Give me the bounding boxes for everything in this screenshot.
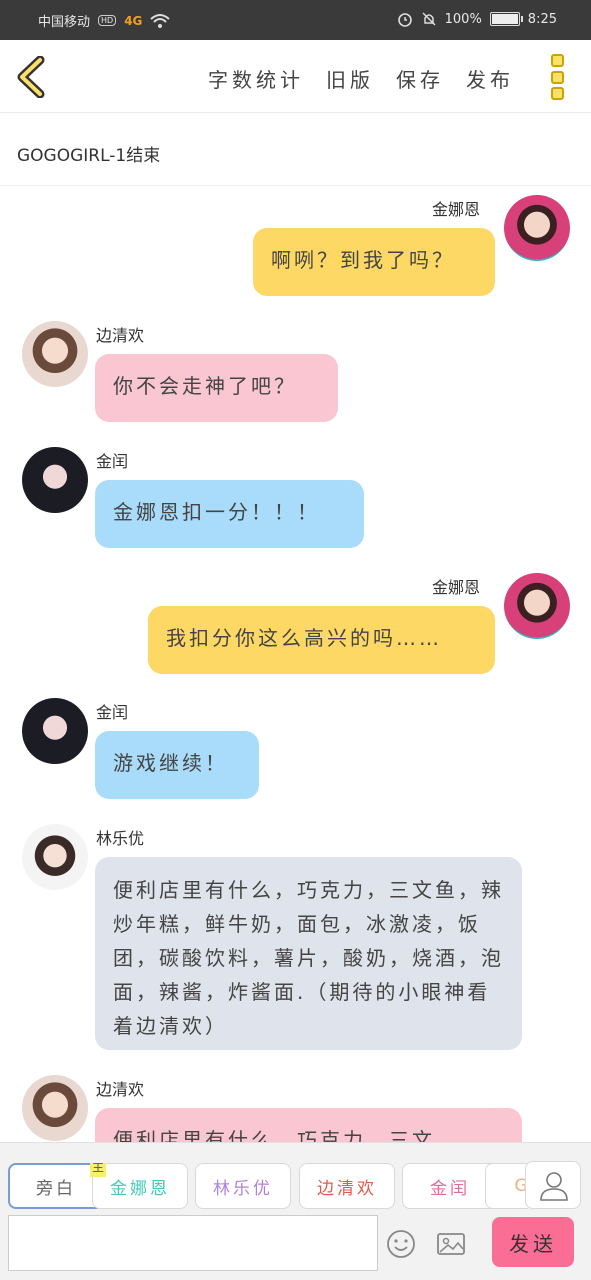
- message-input[interactable]: [8, 1215, 378, 1271]
- speaker-name: 金闰: [96, 452, 129, 471]
- image-icon[interactable]: [436, 1229, 466, 1259]
- speaker-name: 林乐优: [96, 829, 145, 848]
- clock: 8:25: [527, 11, 557, 27]
- more-menu-icon[interactable]: [551, 54, 567, 100]
- back-arrow-icon[interactable]: [14, 56, 50, 98]
- speaker-name: 金闰: [96, 703, 129, 722]
- role-bian-qinghuan-button[interactable]: 边清欢: [299, 1163, 395, 1209]
- save-button[interactable]: 保存: [396, 64, 444, 93]
- alarm-icon: [397, 13, 412, 27]
- role-lin-leyou-button[interactable]: 林乐优: [195, 1163, 291, 1209]
- avatar[interactable]: [22, 321, 88, 387]
- role-jin-naen-button[interactable]: 金娜恩: [92, 1163, 188, 1209]
- message-bubble[interactable]: 金娜恩扣一分！！！: [95, 480, 364, 548]
- mute-bell-icon: [422, 12, 436, 26]
- role-selector[interactable]: 旁白 金娜恩 林乐优 边清欢 金闰 GIF 主: [8, 1163, 528, 1211]
- carrier-label: 中国移动: [38, 15, 91, 30]
- hd-badge: HD: [98, 15, 117, 26]
- avatar[interactable]: [504, 195, 570, 261]
- main-role-tag: 主: [90, 1163, 106, 1177]
- message-bubble[interactable]: 便利店里有什么，巧克力，三文: [95, 1108, 522, 1142]
- chat-area[interactable]: 金娜恩 啊咧？到我了吗？ 边清欢 你不会走神了吧？ 金闰 金娜恩扣一分！！！ 金…: [0, 186, 591, 1142]
- role-label: 金娜恩: [110, 1178, 170, 1199]
- publish-button[interactable]: 发布: [466, 64, 514, 93]
- role-gif-button[interactable]: GIF: [485, 1163, 528, 1209]
- speaker-name: 金娜恩: [432, 200, 481, 219]
- battery-percent: 100%: [444, 11, 482, 27]
- avatar[interactable]: [22, 447, 88, 513]
- old-version-button[interactable]: 旧版: [326, 64, 374, 93]
- role-label: 旁白: [36, 1178, 76, 1199]
- role-label: 林乐优: [213, 1178, 273, 1199]
- message-bubble[interactable]: 游戏继续！: [95, 731, 259, 799]
- top-toolbar: 字数统计 旧版 保存 发布: [0, 40, 591, 113]
- battery-icon: [489, 12, 523, 26]
- network-label: 4G: [124, 13, 143, 28]
- message-bubble[interactable]: 啊咧？到我了吗？: [253, 228, 495, 296]
- role-label: 金闰: [430, 1178, 470, 1199]
- message-bubble[interactable]: 我扣分你这么高兴的吗……: [148, 606, 495, 674]
- send-button[interactable]: 发送: [492, 1217, 574, 1267]
- word-count-button[interactable]: 字数统计: [208, 64, 304, 93]
- role-label: 边清欢: [317, 1178, 377, 1199]
- speaker-name: 边清欢: [96, 326, 145, 345]
- speaker-name: 金娜恩: [432, 578, 481, 597]
- emoji-icon[interactable]: [386, 1229, 416, 1259]
- composer-panel: 旁白 金娜恩 林乐优 边清欢 金闰 GIF 主 发送: [0, 1142, 591, 1280]
- avatar[interactable]: [22, 1075, 88, 1141]
- user-icon[interactable]: [525, 1161, 581, 1209]
- avatar[interactable]: [504, 573, 570, 639]
- speaker-name: 边清欢: [96, 1080, 145, 1099]
- avatar[interactable]: [22, 698, 88, 764]
- message-bubble[interactable]: 你不会走神了吧？: [95, 354, 338, 422]
- message-bubble[interactable]: 便利店里有什么，巧克力，三文鱼，辣炒年糕，鲜牛奶，面包，冰激凌，饭团，碳酸饮料，…: [95, 857, 522, 1050]
- wifi-icon: [150, 13, 171, 28]
- avatar[interactable]: [22, 824, 88, 890]
- role-jin-run-button[interactable]: 金闰: [402, 1163, 498, 1209]
- chapter-title: GOGOGIRL-1结束: [0, 113, 591, 186]
- status-bar: 中国移动 HD 4G 100% 8:25: [0, 0, 591, 40]
